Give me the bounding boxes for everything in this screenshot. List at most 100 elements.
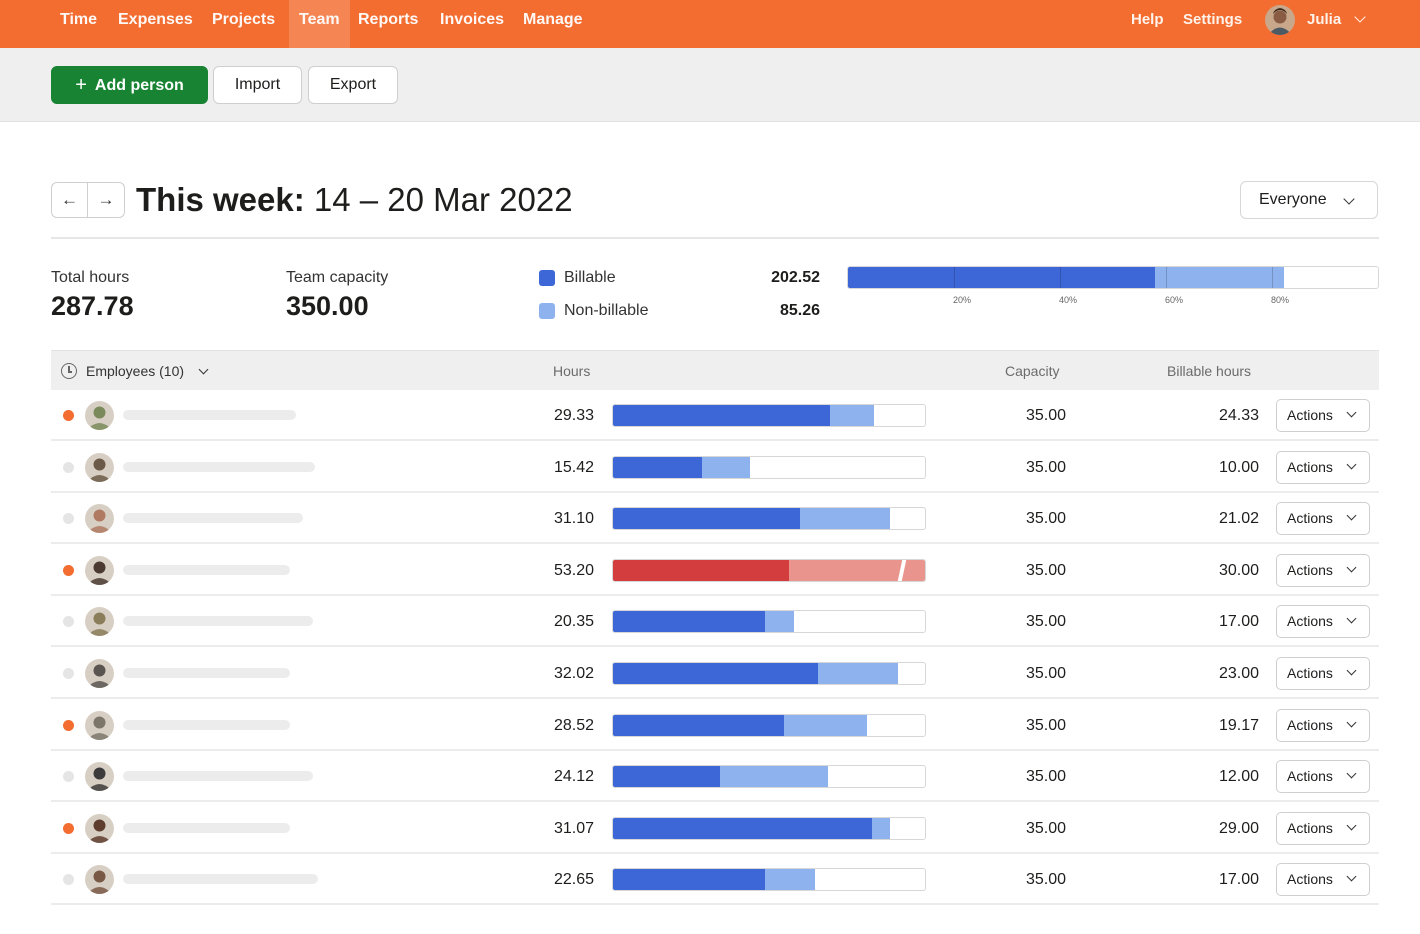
nonbillable-legend-label: Non-billable [564,302,649,319]
actions-dropdown[interactable]: Actions [1276,811,1370,845]
hours-value: 32.02 [553,665,594,682]
table-row[interactable]: 20.35 35.00 17.00 Actions [51,596,1379,648]
billable-legend-swatch [539,270,555,286]
status-dot [63,616,74,628]
plus-icon: + [75,74,87,96]
nav-item-time[interactable]: Time [60,0,97,48]
arrow-left-icon: ← [61,190,78,209]
table-row[interactable]: 31.10 35.00 21.02 Actions [51,493,1379,545]
tick-label-80: 80% [1270,295,1289,305]
status-dot [63,461,74,473]
team-toolbar: + Add person Import Export [0,48,1420,122]
nav-item-team[interactable]: Team [289,0,350,48]
actions-label: Actions [1287,613,1333,630]
actions-dropdown[interactable]: Actions [1276,553,1370,587]
billable-hours-value: 19.17 [1218,716,1259,734]
table-row[interactable]: 53.20 35.00 30.00 Actions [51,545,1379,596]
avatar [85,710,114,740]
capacity-value: 35.00 [1025,768,1066,786]
hours-value: 29.33 [553,407,594,424]
billable-fill [613,869,765,891]
table-row[interactable]: 28.52 35.00 19.17 Actions [51,700,1379,751]
capacity-value: 35.00 [1025,871,1066,889]
billable-fill [613,714,784,736]
import-button[interactable]: Import [213,66,302,104]
status-dot [63,410,74,421]
capacity-column-header: Capacity [1005,363,1060,379]
chevron-down-icon [198,364,209,375]
hours-value: 20.35 [553,613,594,631]
billable-fill [613,405,830,426]
week-title-prefix: This week: [136,181,305,218]
nav-item-invoices[interactable]: Invoices [440,0,504,48]
avatar [85,659,114,688]
team-table-header: Employees (10) Hours Capacity Billable h… [51,350,1379,390]
capacity-tick [954,267,955,288]
actions-dropdown[interactable]: Actions [1276,657,1370,690]
actions-label: Actions [1287,458,1333,475]
people-filter-dropdown[interactable]: Everyone [1240,181,1378,219]
nonbillable-fill [871,817,890,839]
actions-dropdown[interactable]: Actions [1276,863,1370,897]
actions-dropdown[interactable]: Actions [1276,760,1370,794]
billable-hours-value: 10.00 [1218,458,1259,476]
billable-fill [613,663,819,684]
user-menu-chevron-icon[interactable] [1354,11,1366,23]
table-row[interactable]: 31.07 35.00 29.00 Actions [51,803,1379,854]
export-button[interactable]: Export [308,66,398,104]
user-avatar[interactable] [1265,5,1295,35]
hours-value: 22.65 [553,871,594,889]
nav-item-expenses[interactable]: Expenses [118,0,193,48]
nonbillable-fill [764,611,795,633]
table-row[interactable]: 29.33 35.00 24.33 Actions [51,390,1379,441]
employee-name-placeholder [123,874,318,885]
nav-item-projects[interactable]: Projects [212,0,275,48]
table-row[interactable]: 24.12 35.00 12.00 Actions [51,751,1379,803]
nonbillable-fill [783,714,868,736]
employees-filter[interactable]: Employees (10) [86,351,209,391]
employee-name-placeholder [123,668,290,678]
next-week-button[interactable]: → [88,182,125,218]
team-capacity-value: 350.00 [286,291,369,321]
status-dot [63,771,74,783]
actions-label: Actions [1287,561,1333,578]
actions-dropdown[interactable]: Actions [1276,708,1370,742]
help-link[interactable]: Help [1131,0,1164,48]
capacity-tick [1060,267,1061,288]
nav-item-manage[interactable]: Manage [523,0,583,48]
actions-label: Actions [1287,768,1333,785]
table-row[interactable]: 15.42 35.00 10.00 Actions [51,442,1379,493]
hours-value: 31.07 [553,819,594,837]
employee-name-placeholder [123,564,290,575]
chevron-down-icon [1346,717,1357,728]
status-dot [63,513,74,525]
nonbillable-fill [829,405,875,426]
table-row[interactable]: 22.65 35.00 17.00 Actions [51,854,1379,906]
capacity-bar [612,610,926,634]
previous-week-button[interactable]: ← [51,182,88,218]
employee-name-placeholder [123,771,313,782]
actions-dropdown[interactable]: Actions [1276,605,1370,639]
table-row[interactable]: 32.02 35.00 23.00 Actions [51,648,1379,699]
actions-dropdown[interactable]: Actions [1276,450,1370,484]
total-hours-value: 287.78 [51,291,134,321]
billable-hours-column-header: Billable hours [1167,363,1252,379]
capacity-value: 35.00 [1025,819,1066,837]
add-person-label: Add person [94,77,184,94]
actions-label: Actions [1287,510,1333,527]
tick-label-60: 60% [1164,295,1183,305]
actions-dropdown[interactable]: Actions [1276,502,1370,536]
capacity-value: 35.00 [1025,613,1066,631]
settings-link[interactable]: Settings [1183,0,1242,48]
chevron-down-icon [1346,459,1357,470]
nav-item-reports[interactable]: Reports [358,0,418,48]
clock-icon [61,363,77,379]
capacity-value: 35.00 [1025,665,1066,682]
add-person-button[interactable]: + Add person [51,66,208,104]
actions-dropdown[interactable]: Actions [1276,399,1370,432]
capacity-bar [612,713,926,737]
capacity-value: 35.00 [1025,716,1066,734]
avatar [85,555,114,585]
user-name[interactable]: Julia [1307,0,1341,48]
status-dot [63,668,74,679]
